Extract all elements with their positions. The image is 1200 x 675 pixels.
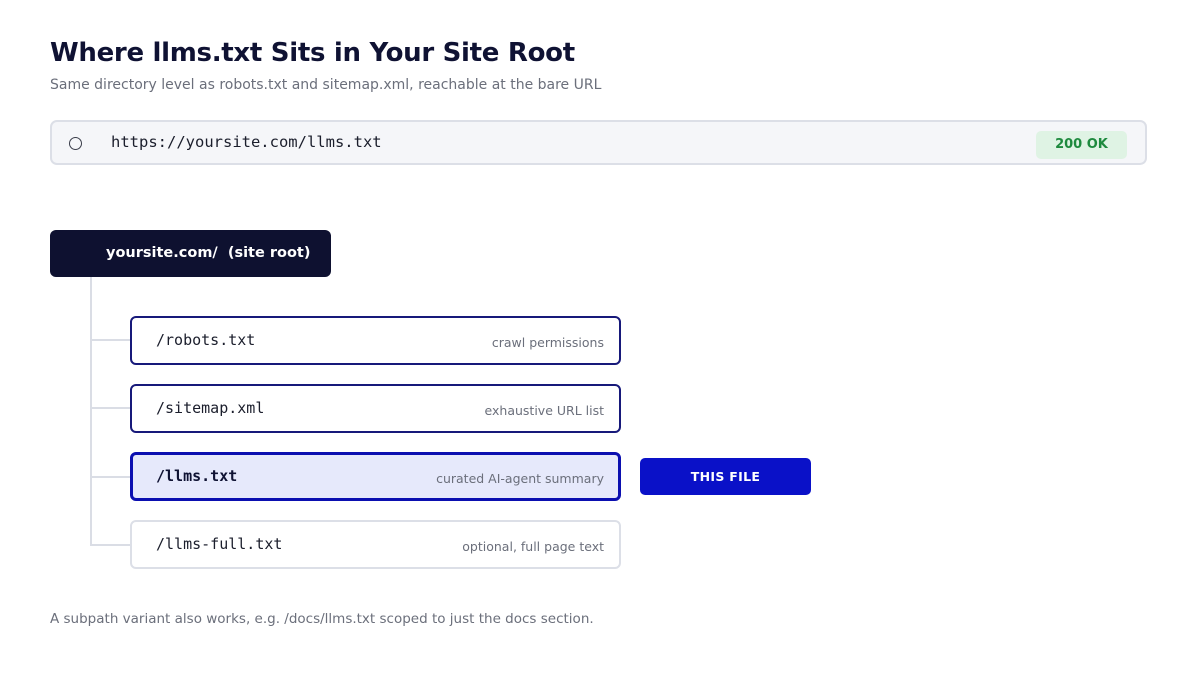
file-path: /llms-full.txt — [156, 535, 283, 553]
tree-branch-line — [90, 339, 131, 341]
status-badge: 200 OK — [1036, 131, 1127, 159]
site-root-label: yoursite.com/ (site root) — [106, 245, 311, 261]
file-path: /llms.txt — [156, 467, 238, 485]
file-node-llms-txt: /llms.txt curated AI-agent summary — [130, 452, 621, 501]
tree-branch-line — [90, 544, 131, 546]
footnote: A subpath variant also works, e.g. /docs… — [50, 611, 594, 627]
url-text: https://yoursite.com/llms.txt — [111, 133, 382, 151]
file-node-robots-txt: /robots.txt crawl permissions — [130, 316, 621, 365]
file-node-llms-full-txt: /llms-full.txt optional, full page text — [130, 520, 621, 569]
circle-icon — [69, 137, 82, 150]
tree-branch-line — [90, 476, 131, 478]
file-description: exhaustive URL list — [484, 403, 604, 418]
this-file-tag: THIS FILE — [640, 458, 811, 495]
file-description: optional, full page text — [462, 539, 604, 554]
page-subtitle: Same directory level as robots.txt and s… — [50, 77, 602, 93]
file-description: curated AI-agent summary — [436, 471, 604, 486]
file-node-sitemap-xml: /sitemap.xml exhaustive URL list — [130, 384, 621, 433]
site-root-node: yoursite.com/ (site root) — [50, 230, 331, 277]
file-path: /sitemap.xml — [156, 399, 265, 417]
tree-branch-line — [90, 407, 131, 409]
file-description: crawl permissions — [491, 335, 604, 350]
file-path: /robots.txt — [156, 331, 256, 349]
tree-trunk-line — [90, 277, 92, 546]
url-bar[interactable]: https://yoursite.com/llms.txt 200 OK — [50, 120, 1147, 165]
page: Where llms.txt Sits in Your Site Root Sa… — [0, 0, 1200, 675]
page-title: Where llms.txt Sits in Your Site Root — [50, 38, 575, 68]
